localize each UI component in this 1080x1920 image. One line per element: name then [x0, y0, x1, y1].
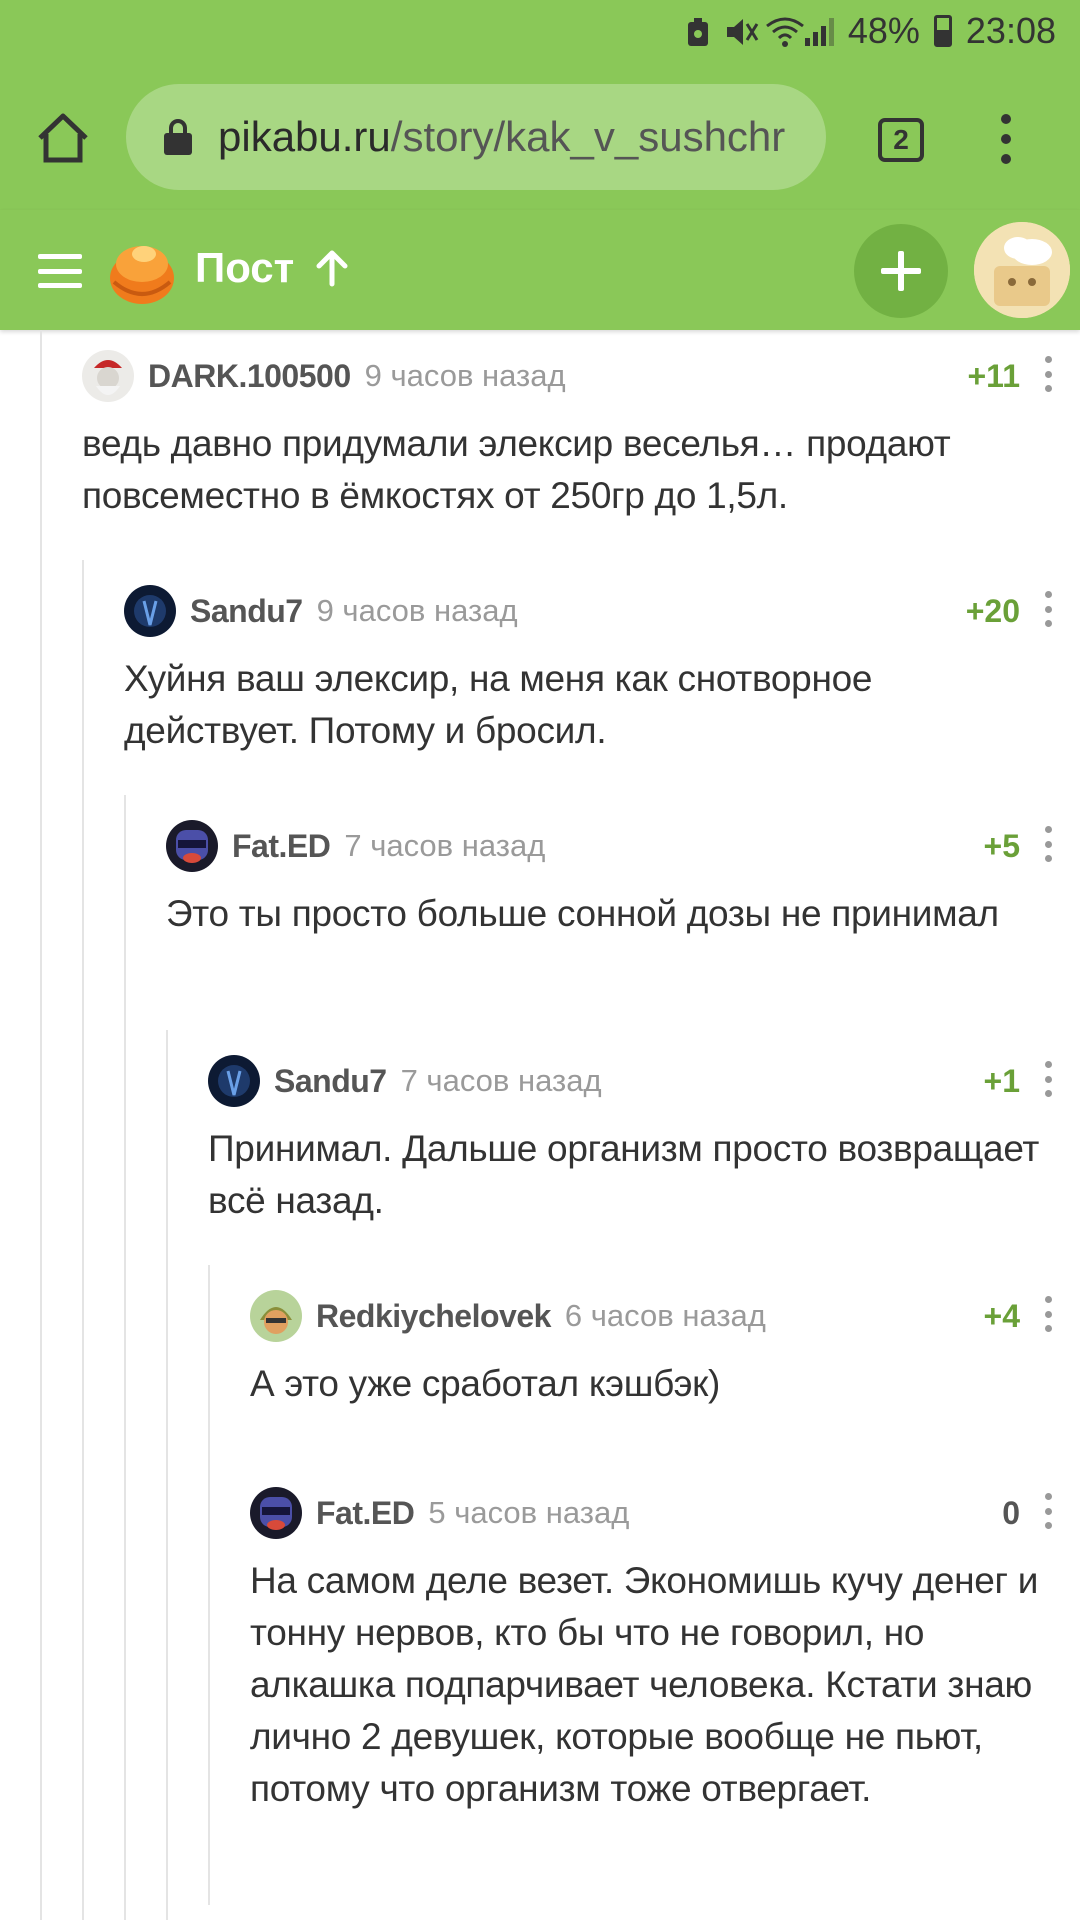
comment-text: На самом деле везет. Экономишь кучу дене…	[250, 1560, 1039, 1809]
avatar[interactable]	[82, 350, 134, 402]
status-bar: 48% 23:08	[0, 0, 1080, 64]
more-options-icon[interactable]	[1044, 1493, 1052, 1529]
comment-author[interactable]: Sandu7	[274, 1063, 387, 1100]
battery-percent: 48%	[847, 10, 920, 51]
thread-line[interactable]	[82, 560, 84, 1920]
comment-text: Хуйня ваш элексир, на меня как снотворно…	[124, 658, 873, 751]
browser-toolbar: pikabu.ru/story/kak_v_sushchr 2	[0, 64, 1080, 210]
avatar[interactable]	[250, 1487, 302, 1539]
comment: Fat.ED 5 часов назад 0 На самом деле вез…	[250, 1485, 1052, 1815]
comment: Sandu7 9 часов назад +20 Хуйня ваш элекс…	[124, 583, 1052, 757]
more-options-icon[interactable]	[1044, 1061, 1052, 1097]
thread-line[interactable]	[166, 1030, 168, 1920]
comment: Fat.ED 7 часов назад +5 Это ты просто бо…	[166, 818, 1052, 940]
battery-icon	[933, 15, 952, 47]
signal-icon	[804, 16, 834, 46]
comment-author[interactable]: Sandu7	[190, 593, 303, 630]
comment-time[interactable]: 7 часов назад	[344, 828, 545, 864]
comment-time[interactable]: 5 часов назад	[428, 1495, 629, 1531]
comment-author[interactable]: Redkiychelovek	[316, 1298, 551, 1335]
app-header: Пост	[0, 210, 1080, 330]
comment-text: ведь давно придумали элексир веселья… пр…	[82, 423, 951, 516]
comment-rating: 0	[1002, 1495, 1020, 1531]
page-title: Пост	[195, 244, 295, 291]
hamburger-menu-icon[interactable]	[38, 254, 82, 288]
mute-icon	[725, 15, 759, 47]
comment-time[interactable]: 9 часов назад	[317, 593, 518, 629]
comment: DARK.100500 9 часов назад +11 ведь давно…	[82, 348, 1052, 522]
home-icon[interactable]	[36, 112, 90, 164]
comment: Redkiychelovek 6 часов назад +4 А это уж…	[250, 1288, 1052, 1410]
comment-text: Это ты просто больше сонной дозы не прин…	[166, 893, 999, 934]
url-text: pikabu.ru/story/kak_v_sushchr	[218, 113, 786, 160]
arrow-up-icon[interactable]	[314, 248, 350, 288]
comment-author[interactable]: Fat.ED	[232, 828, 331, 865]
comment-text: Принимал. Дальше организм просто возвращ…	[208, 1128, 1040, 1221]
comment-author[interactable]: DARK.100500	[148, 358, 351, 395]
comment-time[interactable]: 9 часов назад	[365, 358, 566, 394]
clock: 23:08	[965, 10, 1056, 51]
comment: Sandu7 7 часов назад +1 Принимал. Дальше…	[208, 1053, 1052, 1227]
add-post-button[interactable]	[854, 224, 948, 318]
more-options-icon[interactable]	[1044, 826, 1052, 862]
comment-rating: +4	[983, 1298, 1020, 1334]
comment-time[interactable]: 6 часов назад	[565, 1298, 766, 1334]
tab-switcher-button[interactable]: 2	[878, 118, 924, 162]
comment-rating: +5	[983, 828, 1020, 864]
comment-rating: +1	[983, 1063, 1020, 1099]
avatar[interactable]	[166, 820, 218, 872]
comment-rating: +11	[967, 358, 1020, 394]
more-options-icon[interactable]	[1044, 591, 1052, 627]
wifi-icon	[765, 15, 804, 47]
profile-avatar[interactable]	[974, 222, 1070, 318]
comment-rating: +20	[965, 593, 1020, 629]
pikabu-logo[interactable]	[106, 236, 176, 306]
thread-line[interactable]	[40, 330, 42, 1920]
comment-author[interactable]: Fat.ED	[316, 1495, 415, 1532]
avatar[interactable]	[250, 1290, 302, 1342]
avatar[interactable]	[208, 1055, 260, 1107]
more-options-icon[interactable]	[1044, 1296, 1052, 1332]
browser-menu-icon[interactable]	[992, 114, 1020, 164]
comment-text: А это уже сработал кэшбэк)	[250, 1363, 721, 1404]
more-options-icon[interactable]	[1044, 356, 1052, 392]
shield-icon	[685, 15, 711, 47]
lock-icon	[164, 119, 192, 155]
thread-line[interactable]	[124, 795, 126, 1920]
avatar[interactable]	[124, 585, 176, 637]
comment-time[interactable]: 7 часов назад	[401, 1063, 602, 1099]
thread-line[interactable]	[208, 1265, 210, 1905]
address-bar[interactable]: pikabu.ru/story/kak_v_sushchr	[126, 84, 826, 190]
